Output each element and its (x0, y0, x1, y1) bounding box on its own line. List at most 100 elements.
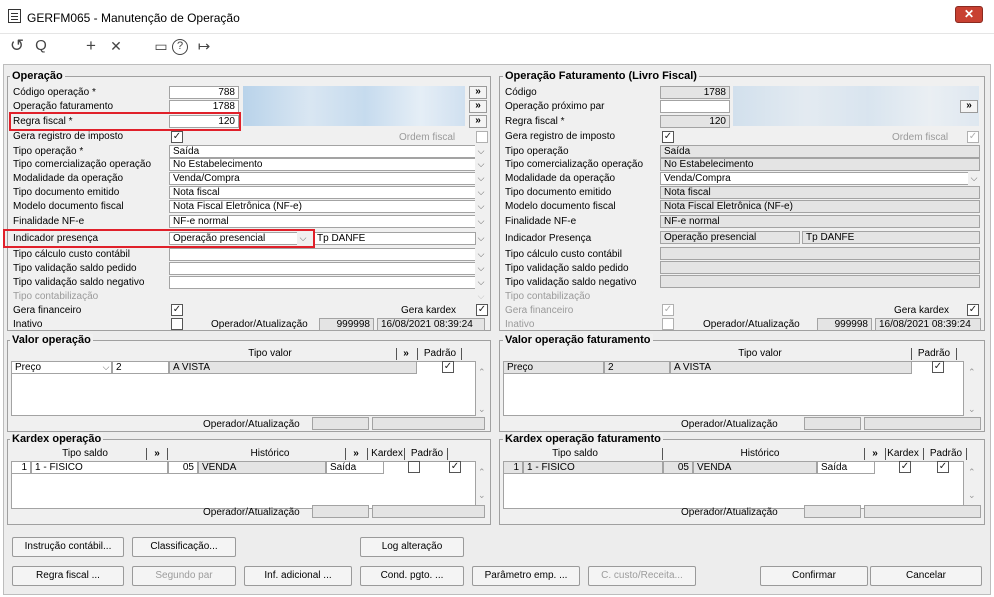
chevron-down-icon[interactable]: ⌵ (475, 201, 487, 214)
rf-kardex-operador-label: Operador/Atualização (681, 507, 778, 518)
chevron-down-icon[interactable]: ⌵ (475, 233, 487, 246)
chevron-down-icon[interactable]: ⌵ (100, 362, 112, 375)
rf-opprox-input[interactable] (660, 100, 730, 113)
column-separator (447, 448, 448, 460)
scroll-down-icon[interactable]: ⌄ (478, 404, 486, 415)
gera-kardex-label: Gera kardex (401, 305, 457, 316)
close-window-button[interactable]: ✕ (955, 6, 983, 23)
modalidade-select[interactable]: Venda/Compra (169, 172, 475, 185)
calendar-icon[interactable]: ▭ (150, 38, 172, 55)
rf-modelo-label: Modelo documento fiscal (505, 201, 616, 212)
chevron-down-icon[interactable]: ⌵ (475, 146, 487, 159)
tipo-valor-lookup-icon[interactable]: » (397, 348, 415, 359)
gera-kardex-checkbox[interactable]: ✓ (476, 304, 488, 316)
chevron-down-icon[interactable]: ⌵ (475, 249, 487, 262)
tipo-validacao-negativo-select[interactable] (169, 276, 475, 289)
inf-adicional-button[interactable]: Inf. adicional ... (244, 566, 352, 586)
column-separator (404, 448, 405, 460)
tipo-comercializacao-select[interactable]: No Estabelecimento (169, 158, 475, 171)
chevron-down-icon[interactable]: ⌵ (475, 173, 487, 186)
rf-indicador-field: Operação presencial (660, 231, 800, 244)
tipo-documento-select[interactable]: Nota fiscal (169, 186, 475, 199)
chevron-down-icon[interactable]: ⌵ (475, 159, 487, 172)
rf-tipo-comercializacao-label: Tipo comercialização operação (505, 159, 644, 170)
cond-pgto-button[interactable]: Cond. pgto. ... (360, 566, 464, 586)
column-separator (911, 348, 912, 360)
opfat-lookup-button[interactable]: » (469, 100, 487, 113)
scroll-down-icon[interactable]: ⌄ (478, 490, 486, 501)
scroll-up-icon[interactable]: ⌃ (478, 467, 486, 478)
valor-tipo-select[interactable]: Preço (11, 361, 112, 374)
modelo-documento-select[interactable]: Nota Fiscal Eletrônica (NF-e) (169, 200, 475, 213)
valor-padrao-checkbox[interactable]: ✓ (442, 361, 454, 373)
scroll-down-icon[interactable]: ⌄ (968, 404, 976, 415)
kardex-hist-code-cell[interactable]: 05 (168, 461, 198, 474)
column-separator (167, 448, 168, 460)
kardex-tipo-cell: Saída (326, 461, 384, 474)
tp-danfe-field[interactable]: Tp DANFE (313, 232, 476, 245)
gera-financeiro-label: Gera financeiro (13, 305, 82, 316)
gera-registro-checkbox[interactable]: ✓ (171, 131, 183, 143)
log-alteracao-button[interactable]: Log alteração (360, 537, 464, 557)
valor-num-cell[interactable]: 2 (112, 361, 169, 374)
scroll-up-icon[interactable]: ⌃ (968, 367, 976, 378)
inativo-checkbox[interactable] (171, 318, 183, 330)
centro-custo-button[interactable]: C. custo/Receita... (588, 566, 696, 586)
segundo-par-button[interactable]: Segundo par (132, 566, 236, 586)
add-icon[interactable]: + (80, 36, 102, 56)
rf-codigo-field: 1788 (660, 86, 730, 99)
operacao-faturamento-title: Operação Faturamento (Livro Fiscal) (503, 70, 699, 82)
parametro-emp-button[interactable]: Parâmetro emp. ... (472, 566, 580, 586)
exit-icon[interactable]: ↦ (193, 37, 215, 55)
classificacao-button[interactable]: Classificação... (132, 537, 236, 557)
chevron-down-icon[interactable]: ⌵ (475, 277, 487, 290)
tipo-validacao-negativo-label: Tipo validação saldo negativo (13, 277, 145, 288)
ordem-fiscal-checkbox[interactable] (476, 131, 488, 143)
gera-financeiro-checkbox[interactable]: ✓ (171, 304, 183, 316)
codigo-operacao-input[interactable]: 788 (169, 86, 239, 99)
scroll-up-icon[interactable]: ⌃ (968, 467, 976, 478)
tipo-validacao-pedido-select[interactable] (169, 262, 475, 275)
regra-lookup-button[interactable]: » (469, 115, 487, 128)
rf-gera-kardex-label: Gera kardex (894, 305, 950, 316)
rf-valor-num-cell: 2 (604, 361, 670, 374)
rf-opprox-lookup-button[interactable]: » (960, 100, 978, 113)
kardex-padrao-checkbox[interactable]: ✓ (449, 461, 461, 473)
scroll-down-icon[interactable]: ⌄ (968, 490, 976, 501)
confirmar-button[interactable]: Confirmar (760, 566, 868, 586)
kardex-checkbox[interactable] (408, 461, 420, 473)
column-separator (461, 348, 462, 360)
chevron-down-icon[interactable]: ⌵ (475, 187, 487, 200)
rf-operador-label: Operador/Atualização (703, 319, 800, 330)
rf-atualizacao-field: 16/08/2021 08:39:24 (875, 318, 981, 331)
instrucao-contabil-button[interactable]: Instrução contábil... (12, 537, 124, 557)
operacao-description-blurred (243, 86, 465, 126)
rf-kardex-operador-field (804, 505, 861, 518)
regra-fiscal-button[interactable]: Regra fiscal ... (12, 566, 124, 586)
search-icon[interactable]: Q (30, 37, 52, 54)
kardex-saldo-cell[interactable]: 1 - FISICO (31, 461, 168, 474)
codigo-lookup-button[interactable]: » (469, 86, 487, 99)
chevron-down-icon[interactable]: ⌵ (475, 216, 487, 229)
delete-icon[interactable]: ✕ (105, 38, 127, 55)
tipo-saldo-lookup-icon[interactable]: » (148, 448, 166, 459)
scroll-up-icon[interactable]: ⌃ (478, 367, 486, 378)
tipo-calculo-select[interactable] (169, 248, 475, 261)
tipo-operacao-select[interactable]: Saída (169, 145, 475, 158)
valor-desc-cell: A VISTA (169, 361, 417, 374)
chevron-down-icon[interactable]: ⌵ (475, 263, 487, 276)
rf-historico-lookup-icon[interactable]: » (866, 448, 884, 459)
refresh-icon[interactable]: ↺ (6, 36, 28, 56)
column-separator (146, 448, 147, 460)
rf-finalidade-field: NF-e normal (660, 215, 980, 228)
help-icon[interactable]: ? (172, 39, 188, 55)
column-separator (417, 348, 418, 360)
chevron-down-icon[interactable]: ⌵ (968, 173, 980, 186)
window-title: GERFM065 - Manutenção de Operação (27, 11, 240, 25)
cancelar-button[interactable]: Cancelar (870, 566, 982, 586)
tipo-operacao-label: Tipo operação * (13, 146, 84, 157)
rf-tipo-validacao-negativo-field (660, 275, 980, 288)
rf-modalidade-select[interactable]: Venda/Compra (660, 172, 968, 185)
historico-lookup-icon[interactable]: » (347, 448, 365, 459)
finalidade-select[interactable]: NF-e normal (169, 215, 475, 228)
